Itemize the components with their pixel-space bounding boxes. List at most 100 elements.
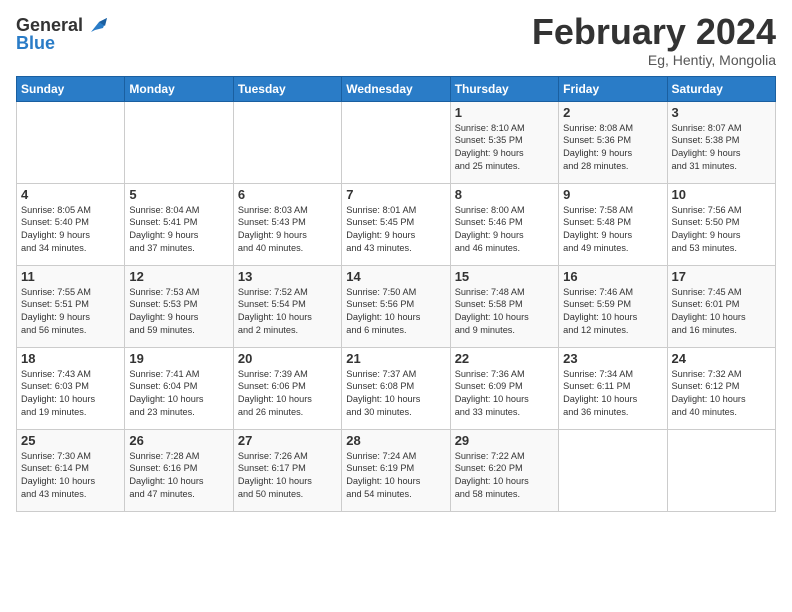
day-info: Sunrise: 7:41 AM Sunset: 6:04 PM Dayligh… bbox=[129, 368, 228, 420]
table-row: 5 Sunrise: 8:04 AM Sunset: 5:41 PM Daylig… bbox=[125, 183, 233, 265]
day-info: Sunrise: 7:50 AM Sunset: 5:56 PM Dayligh… bbox=[346, 286, 445, 338]
day-number: 7 bbox=[346, 187, 445, 202]
day-info: Sunrise: 7:39 AM Sunset: 6:06 PM Dayligh… bbox=[238, 368, 337, 420]
day-number: 21 bbox=[346, 351, 445, 366]
day-number: 5 bbox=[129, 187, 228, 202]
table-row: 17 Sunrise: 7:45 AM Sunset: 6:01 PM Dayli… bbox=[667, 265, 775, 347]
day-info: Sunrise: 7:22 AM Sunset: 6:20 PM Dayligh… bbox=[455, 450, 554, 502]
day-number: 13 bbox=[238, 269, 337, 284]
week-row-1: 1 Sunrise: 8:10 AM Sunset: 5:35 PM Daylig… bbox=[17, 101, 776, 183]
day-number: 19 bbox=[129, 351, 228, 366]
title-block: February 2024 Eg, Hentiy, Mongolia bbox=[532, 12, 776, 68]
table-row bbox=[559, 429, 667, 511]
day-info: Sunrise: 7:36 AM Sunset: 6:09 PM Dayligh… bbox=[455, 368, 554, 420]
day-number: 20 bbox=[238, 351, 337, 366]
logo: General Blue bbox=[16, 16, 107, 54]
table-row bbox=[125, 101, 233, 183]
day-info: Sunrise: 8:05 AM Sunset: 5:40 PM Dayligh… bbox=[21, 204, 120, 256]
day-number: 2 bbox=[563, 105, 662, 120]
table-row: 1 Sunrise: 8:10 AM Sunset: 5:35 PM Daylig… bbox=[450, 101, 558, 183]
week-row-4: 18 Sunrise: 7:43 AM Sunset: 6:03 PM Dayli… bbox=[17, 347, 776, 429]
day-number: 26 bbox=[129, 433, 228, 448]
day-number: 8 bbox=[455, 187, 554, 202]
table-row: 20 Sunrise: 7:39 AM Sunset: 6:06 PM Dayli… bbox=[233, 347, 341, 429]
table-row: 8Sunrise: 8:00 AM Sunset: 5:46 PM Daylig… bbox=[450, 183, 558, 265]
col-tuesday: Tuesday bbox=[233, 76, 341, 101]
day-number: 15 bbox=[455, 269, 554, 284]
col-sunday: Sunday bbox=[17, 76, 125, 101]
table-row: 4 Sunrise: 8:05 AM Sunset: 5:40 PM Daylig… bbox=[17, 183, 125, 265]
day-info: Sunrise: 7:37 AM Sunset: 6:08 PM Dayligh… bbox=[346, 368, 445, 420]
table-row: 23 Sunrise: 7:34 AM Sunset: 6:11 PM Dayli… bbox=[559, 347, 667, 429]
table-row: 9Sunrise: 7:58 AM Sunset: 5:48 PM Daylig… bbox=[559, 183, 667, 265]
day-number: 14 bbox=[346, 269, 445, 284]
day-info: Sunrise: 7:34 AM Sunset: 6:11 PM Dayligh… bbox=[563, 368, 662, 420]
logo-bird-icon bbox=[85, 14, 107, 36]
day-info: Sunrise: 7:53 AM Sunset: 5:53 PM Dayligh… bbox=[129, 286, 228, 338]
day-number: 28 bbox=[346, 433, 445, 448]
table-row: 6Sunrise: 8:03 AM Sunset: 5:43 PM Daylig… bbox=[233, 183, 341, 265]
day-info: Sunrise: 8:10 AM Sunset: 5:35 PM Dayligh… bbox=[455, 122, 554, 174]
table-row: 27Sunrise: 7:26 AM Sunset: 6:17 PM Dayli… bbox=[233, 429, 341, 511]
day-info: Sunrise: 7:45 AM Sunset: 6:01 PM Dayligh… bbox=[672, 286, 771, 338]
day-number: 12 bbox=[129, 269, 228, 284]
col-wednesday: Wednesday bbox=[342, 76, 450, 101]
col-friday: Friday bbox=[559, 76, 667, 101]
table-row: 7Sunrise: 8:01 AM Sunset: 5:45 PM Daylig… bbox=[342, 183, 450, 265]
table-row: 16Sunrise: 7:46 AM Sunset: 5:59 PM Dayli… bbox=[559, 265, 667, 347]
table-row: 24Sunrise: 7:32 AM Sunset: 6:12 PM Dayli… bbox=[667, 347, 775, 429]
day-number: 11 bbox=[21, 269, 120, 284]
day-number: 10 bbox=[672, 187, 771, 202]
day-number: 29 bbox=[455, 433, 554, 448]
day-info: Sunrise: 7:32 AM Sunset: 6:12 PM Dayligh… bbox=[672, 368, 771, 420]
table-row: 19 Sunrise: 7:41 AM Sunset: 6:04 PM Dayli… bbox=[125, 347, 233, 429]
table-row: 2 Sunrise: 8:08 AM Sunset: 5:36 PM Daylig… bbox=[559, 101, 667, 183]
table-row: 25 Sunrise: 7:30 AM Sunset: 6:14 PM Dayli… bbox=[17, 429, 125, 511]
table-row: 14 Sunrise: 7:50 AM Sunset: 5:56 PM Dayli… bbox=[342, 265, 450, 347]
header-row: Sunday Monday Tuesday Wednesday Thursday… bbox=[17, 76, 776, 101]
table-row bbox=[667, 429, 775, 511]
day-number: 4 bbox=[21, 187, 120, 202]
day-info: Sunrise: 7:43 AM Sunset: 6:03 PM Dayligh… bbox=[21, 368, 120, 420]
table-row: 26 Sunrise: 7:28 AM Sunset: 6:16 PM Dayli… bbox=[125, 429, 233, 511]
col-monday: Monday bbox=[125, 76, 233, 101]
day-info: Sunrise: 7:48 AM Sunset: 5:58 PM Dayligh… bbox=[455, 286, 554, 338]
logo-blue-text: Blue bbox=[16, 33, 55, 53]
table-row bbox=[342, 101, 450, 183]
day-number: 18 bbox=[21, 351, 120, 366]
day-number: 17 bbox=[672, 269, 771, 284]
day-info: Sunrise: 7:52 AM Sunset: 5:54 PM Dayligh… bbox=[238, 286, 337, 338]
day-number: 3 bbox=[672, 105, 771, 120]
day-number: 25 bbox=[21, 433, 120, 448]
day-info: Sunrise: 8:04 AM Sunset: 5:41 PM Dayligh… bbox=[129, 204, 228, 256]
table-row bbox=[233, 101, 341, 183]
day-info: Sunrise: 7:55 AM Sunset: 5:51 PM Dayligh… bbox=[21, 286, 120, 338]
day-number: 23 bbox=[563, 351, 662, 366]
day-number: 16 bbox=[563, 269, 662, 284]
day-number: 6 bbox=[238, 187, 337, 202]
table-row: 18 Sunrise: 7:43 AM Sunset: 6:03 PM Dayli… bbox=[17, 347, 125, 429]
table-row: 15 Sunrise: 7:48 AM Sunset: 5:58 PM Dayli… bbox=[450, 265, 558, 347]
table-row: 13 Sunrise: 7:52 AM Sunset: 5:54 PM Dayli… bbox=[233, 265, 341, 347]
table-row: 11 Sunrise: 7:55 AM Sunset: 5:51 PM Dayli… bbox=[17, 265, 125, 347]
day-info: Sunrise: 7:28 AM Sunset: 6:16 PM Dayligh… bbox=[129, 450, 228, 502]
col-thursday: Thursday bbox=[450, 76, 558, 101]
day-info: Sunrise: 8:08 AM Sunset: 5:36 PM Dayligh… bbox=[563, 122, 662, 174]
table-row bbox=[17, 101, 125, 183]
table-row: 10 Sunrise: 7:56 AM Sunset: 5:50 PM Dayli… bbox=[667, 183, 775, 265]
day-info: Sunrise: 7:30 AM Sunset: 6:14 PM Dayligh… bbox=[21, 450, 120, 502]
main-container: General Blue February 2024 Eg, Hentiy, M… bbox=[0, 0, 792, 520]
table-row: 22 Sunrise: 7:36 AM Sunset: 6:09 PM Dayli… bbox=[450, 347, 558, 429]
day-number: 22 bbox=[455, 351, 554, 366]
week-row-2: 4 Sunrise: 8:05 AM Sunset: 5:40 PM Daylig… bbox=[17, 183, 776, 265]
week-row-3: 11 Sunrise: 7:55 AM Sunset: 5:51 PM Dayli… bbox=[17, 265, 776, 347]
day-info: Sunrise: 8:07 AM Sunset: 5:38 PM Dayligh… bbox=[672, 122, 771, 174]
header: General Blue February 2024 Eg, Hentiy, M… bbox=[16, 12, 776, 68]
day-info: Sunrise: 7:56 AM Sunset: 5:50 PM Dayligh… bbox=[672, 204, 771, 256]
col-saturday: Saturday bbox=[667, 76, 775, 101]
day-number: 1 bbox=[455, 105, 554, 120]
day-info: Sunrise: 7:58 AM Sunset: 5:48 PM Dayligh… bbox=[563, 204, 662, 256]
calendar-table: Sunday Monday Tuesday Wednesday Thursday… bbox=[16, 76, 776, 512]
table-row: 21 Sunrise: 7:37 AM Sunset: 6:08 PM Dayli… bbox=[342, 347, 450, 429]
day-info: Sunrise: 7:26 AM Sunset: 6:17 PM Dayligh… bbox=[238, 450, 337, 502]
